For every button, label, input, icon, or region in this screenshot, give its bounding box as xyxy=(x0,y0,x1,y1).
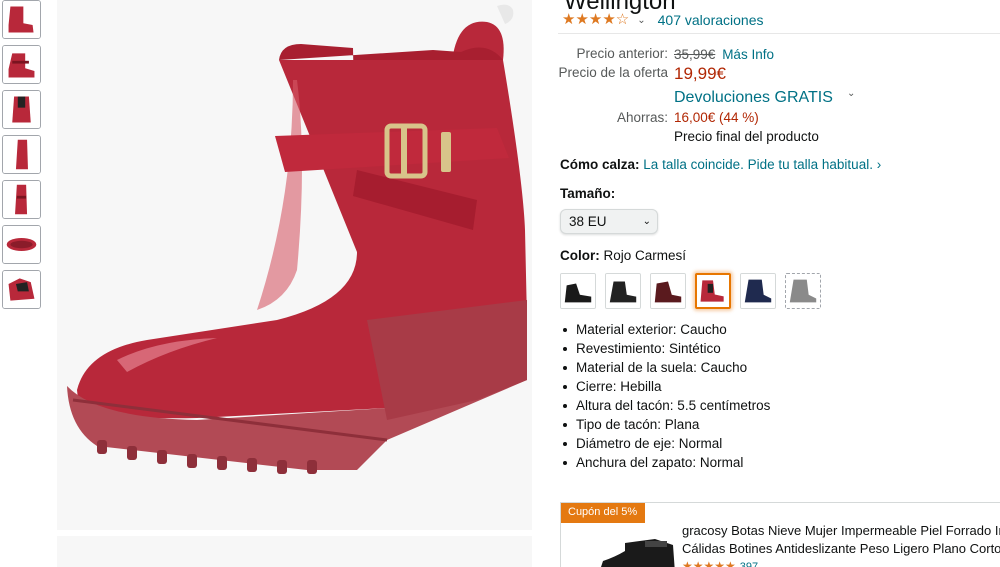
list-item: Altura del tacón: 5.5 centímetros xyxy=(560,396,770,415)
coupon-badge: Cupón del 5% xyxy=(561,503,646,523)
thumbnail-image-7[interactable] xyxy=(2,270,41,309)
sponsored-rating: ★★★★★ 397 xyxy=(682,559,758,567)
chevron-down-icon[interactable]: ⌄ xyxy=(847,88,855,99)
secondary-image-area xyxy=(57,536,532,567)
thumbnail-image-5[interactable] xyxy=(2,180,41,219)
rating-row: ★★★★☆ ⌄ 407 valoraciones xyxy=(562,11,764,29)
offer-price-label: Precio de la oferta xyxy=(558,65,668,80)
color-swatch-navy[interactable] xyxy=(740,273,776,309)
more-info-link[interactable]: Más Info xyxy=(722,47,774,62)
thumbnail-image-3[interactable] xyxy=(2,90,41,129)
chevron-down-icon: ⌄ xyxy=(642,216,651,227)
list-item: Cierre: Hebilla xyxy=(560,377,770,396)
previous-price-value: 35,99€ xyxy=(674,47,716,62)
savings-value: 16,00€ (44 %) xyxy=(674,110,759,125)
fit-link[interactable]: La talla coincide. Pide tu talla habitua… xyxy=(643,157,881,172)
color-info: Color: Rojo Carmesí xyxy=(560,248,686,263)
size-dropdown[interactable]: 38 EU ⌄ xyxy=(560,209,658,234)
divider xyxy=(558,33,1000,34)
thumbnail-image-6[interactable] xyxy=(2,225,41,264)
sponsored-product-card[interactable]: Cupón del 5% gracosy Botas Nieve Mujer I… xyxy=(560,502,1000,567)
sponsored-rating-count[interactable]: 397 xyxy=(740,561,758,567)
product-details: Wellington ★★★★☆ ⌄ 407 valoraciones Prec… xyxy=(558,0,1000,567)
color-swatch-black-2[interactable] xyxy=(605,273,641,309)
list-item: Revestimiento: Sintético xyxy=(560,339,770,358)
color-selected-value: Rojo Carmesí xyxy=(603,248,687,263)
list-item: Anchura del zapato: Normal xyxy=(560,453,770,472)
main-product-image[interactable] xyxy=(57,0,532,530)
list-item: Material de la suela: Caucho xyxy=(560,358,770,377)
fit-label: Cómo calza: xyxy=(560,157,640,172)
color-swatch-grey-unavailable[interactable] xyxy=(785,273,821,309)
sponsored-stars-icon: ★★★★★ xyxy=(682,559,736,567)
previous-price-row: 35,99€ Más Info xyxy=(674,46,774,62)
chevron-down-icon[interactable]: ⌄ xyxy=(637,15,645,26)
boot-illustration xyxy=(57,0,532,530)
thumbnail-image-1[interactable] xyxy=(2,0,41,39)
thumbnail-image-4[interactable] xyxy=(2,135,41,174)
feature-bullets: Material exterior: Caucho Revestimiento:… xyxy=(560,320,770,472)
size-selected-value: 38 EU xyxy=(569,214,607,229)
sponsored-title-line-2: Cálidas Botines Antideslizante Peso Lige… xyxy=(682,541,1000,556)
savings-label: Ahorras: xyxy=(616,110,668,125)
color-swatch-black-1[interactable] xyxy=(560,273,596,309)
sponsored-product-title[interactable]: gracosy Botas Nieve Mujer Impermeable Pi… xyxy=(682,522,1000,558)
thumbnail-image-2[interactable] xyxy=(2,45,41,84)
sponsored-title-line-1: gracosy Botas Nieve Mujer Impermeable Pi… xyxy=(682,523,1000,538)
list-item: Material exterior: Caucho xyxy=(560,320,770,339)
list-item: Tipo de tacón: Plana xyxy=(560,415,770,434)
color-label: Color: xyxy=(560,248,600,263)
fit-info: Cómo calza: La talla coincide. Pide tu t… xyxy=(560,157,881,172)
list-item: Diámetro de eje: Normal xyxy=(560,434,770,453)
color-swatch-burgundy[interactable] xyxy=(650,273,686,309)
free-returns-link[interactable]: Devoluciones GRATIS xyxy=(674,89,833,107)
ratings-count-link[interactable]: 407 valoraciones xyxy=(658,12,764,28)
final-price-note: Precio final del producto xyxy=(674,129,819,144)
offer-price-value: 19,99€ xyxy=(674,64,726,83)
rating-stars-icon[interactable]: ★★★★☆ xyxy=(562,11,629,29)
color-swatch-crimson-red[interactable] xyxy=(695,273,731,309)
sponsored-product-image[interactable] xyxy=(585,533,677,567)
previous-price-label: Precio anterior: xyxy=(576,46,668,61)
size-label: Tamaño: xyxy=(560,186,616,201)
